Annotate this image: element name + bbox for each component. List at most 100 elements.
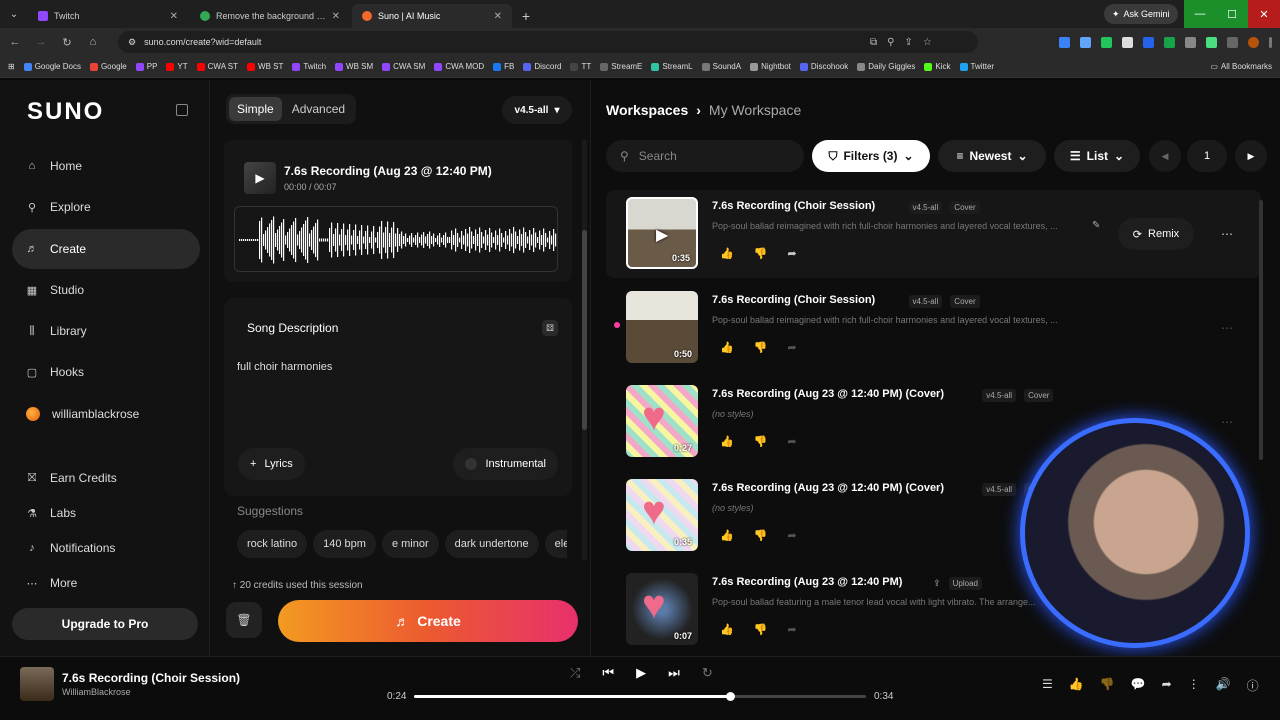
play-icon[interactable]: ▶ [656,225,668,245]
more-icon[interactable]: ⋮ [1188,677,1200,694]
share-icon[interactable]: ➦ [1162,677,1172,694]
sidebar-item-more[interactable]: ⋯ More [12,563,200,603]
bookmark-item[interactable]: CWA SM [382,62,425,71]
song-row[interactable]: 0:50 7.6s Recording (Choir Session) v4.5-a… [606,284,1261,372]
sidebar-item-labs[interactable]: ⚗ Labs [12,493,200,533]
forward-icon[interactable]: → [34,36,48,48]
bookmark-item[interactable]: StreamL [651,62,693,71]
profile-avatar[interactable] [1248,36,1259,48]
thumbs-up-icon[interactable]: 👍 [720,247,734,260]
sidebar-item-notifications[interactable]: ♪ Notifications [12,528,200,568]
song-cover[interactable]: ♥ 0:27 [626,385,698,457]
bookmark-item[interactable]: Twitter [959,62,994,71]
thumbs-down-icon[interactable]: 👎 [754,623,768,636]
song-title[interactable]: 7.6s Recording (Aug 23 @ 12:40 PM) [712,576,902,588]
collapse-sidebar-icon[interactable] [176,104,188,116]
sidebar-item-hooks[interactable]: ▢ Hooks [12,352,200,392]
browser-tab-1[interactable]: Remove the background and e... ✕ [190,4,350,28]
mode-advanced-tab[interactable]: Advanced [284,97,353,121]
all-bookmarks[interactable]: ▭ All Bookmarks [1210,62,1272,71]
bookmark-item[interactable]: SoundA [701,62,741,71]
sidebar-item-explore[interactable]: ⚲ Explore [12,187,200,227]
apps-icon[interactable]: ⊞ [8,62,15,71]
extension-icon[interactable] [1164,36,1175,48]
repeat-icon[interactable]: ↻ [702,665,713,681]
close-icon[interactable]: ✕ [170,11,178,22]
queue-icon[interactable]: ☰ [1042,677,1053,694]
model-version-select[interactable]: v4.5-all ▾ [502,96,572,124]
bookmark-item[interactable]: Google Docs [23,62,81,71]
thumbs-up-icon[interactable]: 👍 [720,341,734,354]
edit-icon[interactable]: ✎ [1092,220,1100,231]
extension-icon[interactable] [1185,36,1196,48]
thumbs-down-icon[interactable]: 👎 [1100,677,1115,694]
thumbs-down-icon[interactable]: 👎 [754,435,768,448]
tab-search-icon[interactable]: ⌄ [0,0,28,28]
progress-handle[interactable] [726,692,736,701]
panel-scrollbar[interactable] [582,140,587,560]
suggestion-chip[interactable]: dark undertone [444,530,539,558]
thumbs-down-icon[interactable]: 👎 [754,529,768,542]
thumbs-up-icon[interactable]: 👍 [720,529,734,542]
share-icon[interactable]: ⇪ [904,37,912,48]
new-tab-button[interactable]: + [514,4,538,28]
sidebar-item-studio[interactable]: ▦ Studio [12,270,200,310]
back-icon[interactable]: ← [8,36,22,48]
maximize-icon[interactable]: ☐ [1216,0,1248,28]
close-icon[interactable]: ✕ [332,11,340,22]
close-icon[interactable]: ✕ [494,11,502,22]
song-description-input[interactable]: full choir harmonies [237,361,332,373]
thumbs-up-icon[interactable]: 👍 [720,435,734,448]
share-icon[interactable]: ➦ [787,435,796,448]
waveform[interactable] [234,206,558,272]
remix-button[interactable]: ⟳ Remix [1118,218,1194,250]
home-icon[interactable]: ⌂ [86,36,100,48]
extension-icon[interactable] [1143,36,1154,48]
filters-button[interactable]: ⛉ Filters (3) ⌄ [812,140,930,172]
bookmark-item[interactable]: WB ST [247,62,283,71]
play-icon[interactable]: ▶ [636,665,646,681]
shuffle-icon[interactable]: ⤮ [570,665,580,681]
bookmark-item[interactable]: YT [166,62,188,71]
sidebar-item-library[interactable]: ⫼ Library [12,311,200,351]
thumbs-down-icon[interactable]: 👎 [754,341,768,354]
browser-tab-2[interactable]: Suno | AI Music ✕ [352,4,512,28]
mode-simple-tab[interactable]: Simple [229,97,282,121]
volume-icon[interactable]: 🔊 [1216,677,1231,694]
more-options-icon[interactable]: ⋯ [1212,406,1242,438]
sort-button[interactable]: ≡ Newest ⌄ [938,140,1046,172]
upgrade-button[interactable]: Upgrade to Pro [12,608,198,640]
share-icon[interactable]: ➦ [787,623,796,636]
shuffle-prompt-icon[interactable]: ⚄ [542,320,558,336]
minimize-icon[interactable]: — [1184,0,1216,28]
bookmark-item[interactable]: PP [135,62,157,71]
share-icon[interactable]: ➦ [787,529,796,542]
thumbs-down-icon[interactable]: 👎 [754,247,768,260]
bookmark-item[interactable]: Discohook [799,62,848,71]
add-lyrics-button[interactable]: + Lyrics [238,448,305,480]
instrumental-toggle[interactable]: Instrumental [453,448,558,480]
song-title[interactable]: 7.6s Recording (Choir Session) [712,294,875,306]
extension-icon[interactable] [1059,36,1070,48]
bookmark-item[interactable]: TT [570,62,591,71]
window-close-icon[interactable]: ✕ [1248,0,1280,28]
sidebar-item-home[interactable]: ⌂ Home [12,146,200,186]
extension-icon[interactable] [1080,36,1091,48]
sidebar-item-earn-credits[interactable]: ⛝ Earn Credits [12,458,200,498]
previous-icon[interactable]: ⏮ [602,665,614,681]
clear-button[interactable]: 🗑 [226,602,262,638]
workspace-scrollbar[interactable] [1259,200,1263,460]
install-icon[interactable]: ⧉ [870,37,877,48]
bookmark-item[interactable]: Nightbot [750,62,791,71]
ask-gemini-button[interactable]: ✦ Ask Gemini [1104,4,1178,24]
song-row[interactable]: ▶ 0:35 7.6s Recording (Choir Session) v4.5-… [606,190,1261,278]
comment-icon[interactable]: 💬 [1131,677,1146,694]
suno-logo[interactable]: SUNO [27,98,104,126]
song-title[interactable]: 7.6s Recording (Choir Session) [712,200,875,212]
song-cover[interactable]: ♥ 0:07 [626,573,698,645]
breadcrumb-workspaces[interactable]: Workspaces [606,102,688,118]
page-number[interactable]: 1 [1187,140,1227,172]
thumbs-up-icon[interactable]: 👍 [1069,677,1084,694]
view-button[interactable]: ☰ List ⌄ [1054,140,1140,172]
thumbs-up-icon[interactable]: 👍 [720,623,734,636]
